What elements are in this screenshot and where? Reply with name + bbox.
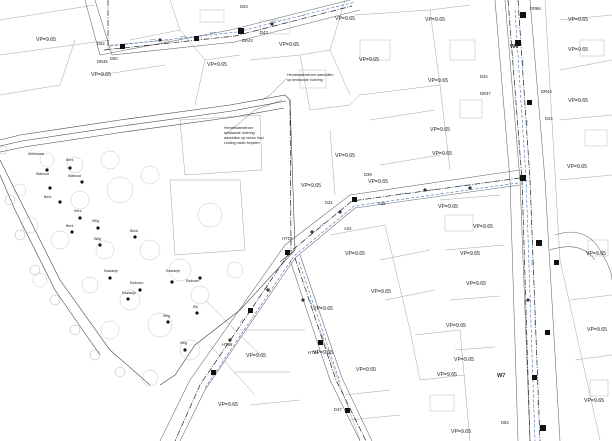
note-line: aansluiten op nieuw riool bbox=[224, 136, 264, 140]
manhole-label: HT86 bbox=[222, 342, 233, 347]
manhole-label: A25 bbox=[378, 201, 386, 206]
building-label: VP=9.65 bbox=[246, 353, 266, 359]
manhole-label: HT10 bbox=[282, 236, 293, 241]
building-label: VP=9.65 bbox=[207, 62, 227, 68]
building-label: VP=9.65 bbox=[313, 306, 333, 312]
tree-label: Wilg bbox=[163, 314, 170, 318]
tree-label: Beuk bbox=[130, 229, 138, 233]
manhole-label: DR86 bbox=[530, 6, 541, 11]
tree-label: Wilg bbox=[94, 237, 101, 241]
manhole-label: W7 bbox=[497, 373, 505, 379]
building-label: VP=9.65 bbox=[91, 72, 111, 78]
building-label: VP=9.65 bbox=[356, 367, 376, 373]
building-label: VP=9.65 bbox=[451, 429, 471, 435]
building-label: VP=9.65 bbox=[568, 47, 588, 53]
building-label: VP=9.65 bbox=[460, 251, 480, 257]
tree-label: Wilg bbox=[92, 219, 99, 223]
tree-label: Kastanje bbox=[122, 291, 136, 295]
building-label: VP=9.65 bbox=[473, 224, 493, 230]
tree-label: Kastanje bbox=[104, 269, 118, 273]
building-label: VP=9.65 bbox=[368, 179, 388, 185]
tree-label: Berk bbox=[66, 224, 74, 228]
manhole-label: A24 bbox=[344, 226, 352, 231]
manhole-label: DR37 bbox=[480, 91, 491, 96]
building-label: VP=9.65 bbox=[466, 281, 486, 287]
manhole-label: D53 bbox=[501, 420, 509, 425]
building-label: VP=9.65 bbox=[371, 289, 391, 295]
tree-label: Berk bbox=[44, 195, 52, 199]
building-label: VP=9.65 bbox=[584, 398, 604, 404]
manhole-label: D32 bbox=[325, 200, 333, 205]
tree-label: Kastanje bbox=[166, 269, 180, 273]
note-line: bestaande riolering bbox=[224, 131, 255, 135]
tree-label: Esdoorn bbox=[130, 281, 143, 285]
manhole-label: D43 bbox=[260, 30, 268, 35]
building-label: VP=9.65 bbox=[432, 151, 452, 157]
tree-label: Kers bbox=[74, 209, 82, 213]
note-line: Hemelwaterafvoer aansluiten bbox=[287, 73, 334, 77]
building-label: VP=9.65 bbox=[36, 37, 56, 43]
building-label: VP=9.65 bbox=[359, 57, 379, 63]
manhole-label: DR43 bbox=[242, 38, 253, 43]
tree-label: Walnoot bbox=[36, 172, 49, 176]
building-label: VP=9.65 bbox=[428, 78, 448, 84]
building-label: VP=9.65 bbox=[335, 153, 355, 159]
building-label: VP=9.65 bbox=[587, 327, 607, 333]
manhole-label: D52 bbox=[97, 41, 105, 46]
building-label: VP=9.65 bbox=[446, 323, 466, 329]
manhole-label: DR45 bbox=[97, 59, 108, 64]
manhole-label: D39 bbox=[364, 172, 372, 177]
tree-label: Walnoot bbox=[68, 174, 81, 178]
manhole-label: D42 bbox=[480, 74, 488, 79]
tree-label: Esdoorn bbox=[186, 279, 199, 283]
building-label: VP=9.65 bbox=[454, 357, 474, 363]
building-label: VP=9.65 bbox=[437, 372, 457, 378]
building-label: VP=9.65 bbox=[425, 17, 445, 23]
tree-label: Wilg bbox=[180, 341, 187, 345]
building-label: VP=9.65 bbox=[586, 251, 606, 257]
building-label: VP=9.65 bbox=[345, 251, 365, 257]
manhole-label: D53 bbox=[240, 4, 248, 9]
building-label: VP=9.65 bbox=[218, 402, 238, 408]
building-label: VP=9.65 bbox=[568, 17, 588, 23]
manhole-label: D44 bbox=[545, 116, 553, 121]
note-line: Leiding nader bepalen bbox=[224, 141, 260, 145]
tree-label: Wellstraat bbox=[28, 152, 44, 156]
building-label: VP=9.65 bbox=[438, 204, 458, 210]
manhole-label: HT84 bbox=[308, 350, 319, 355]
building-label: VP=9.65 bbox=[335, 16, 355, 22]
manhole-label: D50 bbox=[110, 56, 118, 61]
manhole-label: DR44 bbox=[541, 89, 552, 94]
manhole-label: W6 bbox=[510, 44, 518, 50]
building-label: VP=9.65 bbox=[430, 127, 450, 133]
tree-label: Eik bbox=[193, 305, 198, 309]
note-line: op bestaande riolering bbox=[287, 78, 323, 82]
building-label: VP=9.65 bbox=[301, 183, 321, 189]
manhole-label: D47 bbox=[334, 407, 342, 412]
note-line: Hemelwaterafvoer bbox=[224, 126, 254, 130]
site-plan-map: VP=9.65 VP=9.65 VP=9.65 VP=9.65 VP=9.65 … bbox=[0, 0, 612, 441]
building-label: VP=9.65 bbox=[567, 164, 587, 170]
building-label: VP=9.65 bbox=[568, 98, 588, 104]
tree-label: Berk bbox=[66, 158, 74, 162]
building-label: VP=9.65 bbox=[279, 42, 299, 48]
